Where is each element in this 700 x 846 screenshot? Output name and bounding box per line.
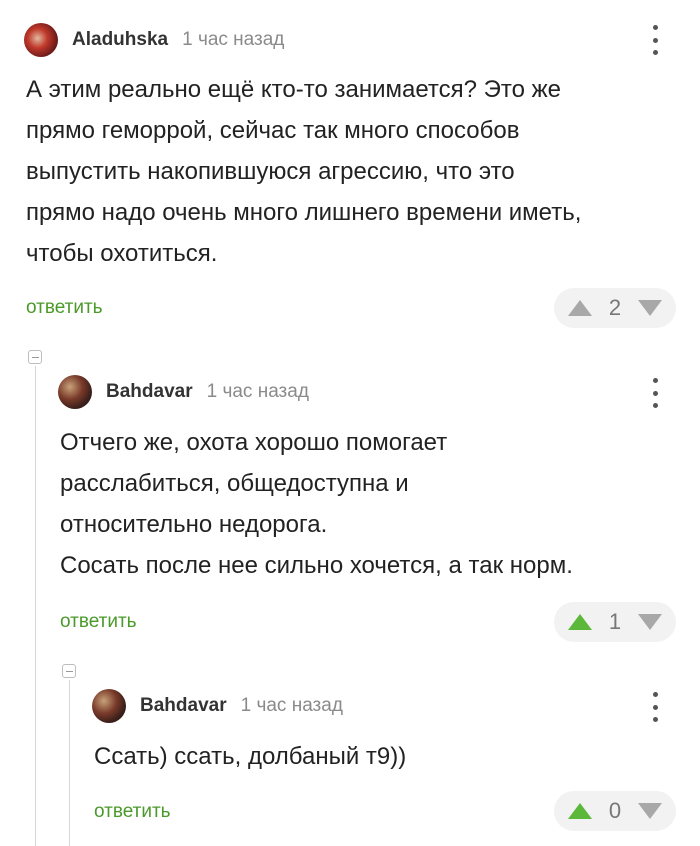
avatar[interactable] <box>58 375 92 409</box>
comment-text-line: выпустить накопившуюся агрессию, что это <box>26 158 515 185</box>
comment-text-line: расслабиться, общедоступна и <box>60 470 409 497</box>
comment-1: Aladuhska 1 час назад А этим реально ещё… <box>24 20 676 330</box>
comment-text-line: Сосать после нее сильно хочется, а так н… <box>60 552 573 579</box>
rating-count: 1 <box>608 609 622 634</box>
author-name[interactable]: Bahdavar <box>140 695 227 717</box>
author-name[interactable]: Aladuhska <box>72 29 168 51</box>
reply-button[interactable]: ответить <box>94 801 171 823</box>
comment-text: Отчего же, охота хорошо помогает расслаб… <box>60 422 573 586</box>
more-vertical-icon[interactable] <box>651 25 659 55</box>
triangle-down-icon[interactable] <box>638 614 662 630</box>
rating-control: 2 <box>554 288 676 328</box>
collapse-minus-icon[interactable] <box>28 350 42 364</box>
comment-text-line: относительно недорога. <box>60 511 328 538</box>
comment-3: Bahdavar 1 час назад Ссать) ссать, долба… <box>92 686 676 836</box>
triangle-up-icon[interactable] <box>568 803 592 819</box>
rating-control: 1 <box>554 602 676 642</box>
avatar[interactable] <box>24 23 58 57</box>
triangle-up-icon[interactable] <box>568 300 592 316</box>
comment-text-line: прямо геморрой, сейчас так много способо… <box>26 117 520 144</box>
comment-text-line: А этим реально ещё кто-то занимается? Эт… <box>26 76 561 103</box>
comment-header: Aladuhska 1 час назад <box>24 20 284 60</box>
rating-control: 0 <box>554 791 676 831</box>
more-vertical-icon[interactable] <box>651 692 659 722</box>
comment-text-line: чтобы охотиться. <box>26 240 218 267</box>
triangle-down-icon[interactable] <box>638 300 662 316</box>
reply-button[interactable]: ответить <box>60 611 137 633</box>
thread-line <box>69 680 70 846</box>
comment-time: 1 час назад <box>240 695 343 716</box>
comment-text-line: Ссать) ссать, долбаный т9)) <box>94 743 407 770</box>
triangle-down-icon[interactable] <box>638 803 662 819</box>
comment-time: 1 час назад <box>182 29 285 50</box>
comment-header: Bahdavar 1 час назад <box>58 372 309 412</box>
collapse-minus-icon[interactable] <box>62 664 76 678</box>
rating-count: 2 <box>608 295 622 320</box>
comment-text-line: Отчего же, охота хорошо помогает <box>60 429 448 456</box>
thread-line <box>35 366 36 846</box>
triangle-up-icon[interactable] <box>568 614 592 630</box>
comment-2: Bahdavar 1 час назад Отчего же, охота хо… <box>58 372 676 648</box>
comment-time: 1 час назад <box>206 381 309 402</box>
comment-text-line: прямо надо очень много лишнего времени и… <box>26 199 582 226</box>
more-vertical-icon[interactable] <box>651 378 659 408</box>
comment-text: А этим реально ещё кто-то занимается? Эт… <box>26 69 581 274</box>
author-name[interactable]: Bahdavar <box>106 381 193 403</box>
avatar[interactable] <box>92 689 126 723</box>
comment-text: Ссать) ссать, долбаный т9)) <box>94 736 406 777</box>
reply-button[interactable]: ответить <box>26 297 103 319</box>
comment-header: Bahdavar 1 час назад <box>92 686 343 726</box>
rating-count: 0 <box>608 798 622 823</box>
